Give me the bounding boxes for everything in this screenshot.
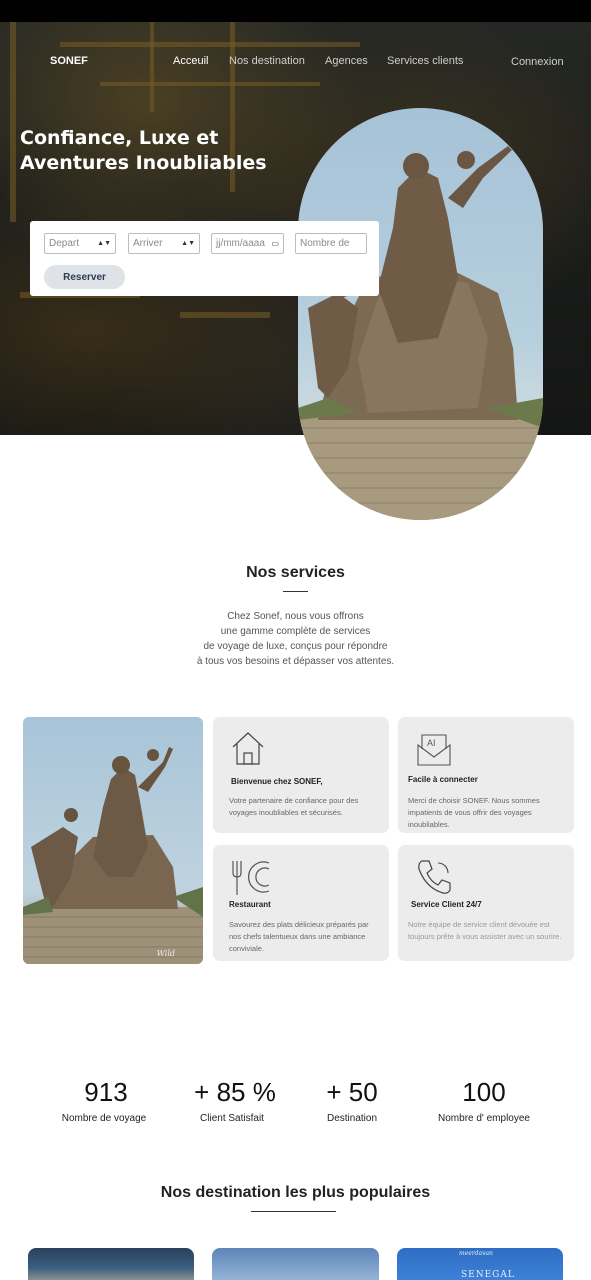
passengers-input[interactable]: Nombre de — [295, 233, 367, 254]
date-input[interactable]: jj/mm/aaaa ▭ — [211, 233, 284, 254]
service-card-title: Bienvenue chez SONEF, — [231, 777, 323, 786]
services-intro-line: à tous vos besoins et dépasser vos atten… — [196, 656, 395, 667]
ai-mail-icon: AI — [417, 734, 451, 766]
date-input-placeholder: jj/mm/aaaa — [216, 238, 265, 249]
select-arrows-icon: ▲▼ — [181, 240, 195, 247]
service-card-welcome: Bienvenue chez SONEF, Votre partenaire d… — [213, 717, 389, 833]
house-icon — [232, 732, 264, 765]
destination-card-caption: meerdavan — [459, 1250, 493, 1257]
login-link[interactable]: Connexion — [511, 56, 564, 68]
select-arrows-icon: ▲▼ — [97, 240, 111, 247]
service-card-title: Facile à connecter — [408, 775, 478, 784]
destinations-title: Nos destination les plus populaires — [160, 1184, 431, 1201]
stat-value-satisfaction: + 85 % — [194, 1077, 276, 1107]
services-intro-line: une gamme complète de services — [220, 626, 371, 637]
arrival-select-value: Arriver — [133, 238, 163, 249]
destinations-title-underline — [251, 1211, 336, 1212]
services-intro-line: de voyage de luxe, conçus pour répondre — [203, 641, 388, 652]
photo-watermark: Wild — [156, 949, 175, 958]
nav-link-customer-services[interactable]: Services clients — [387, 55, 463, 67]
passengers-input-placeholder: Nombre de — [300, 238, 350, 249]
brand-logo[interactable]: SONEF — [50, 55, 88, 67]
departure-select[interactable]: Depart ▲▼ — [44, 233, 116, 254]
nav-link-home[interactable]: Acceuil — [173, 55, 208, 67]
stat-label-destinations: Destination — [326, 1113, 378, 1124]
services-title-underline — [283, 591, 308, 592]
stat-label-employees: Nombre d' employee — [438, 1113, 530, 1124]
service-card-title: Restaurant — [229, 900, 271, 909]
restaurant-icon — [232, 861, 270, 895]
arrival-select[interactable]: Arriver ▲▼ — [128, 233, 200, 254]
services-intro: Chez Sonef, nous vous offrons une gamme … — [170, 609, 421, 669]
stat-value-employees: 100 — [462, 1077, 506, 1107]
destination-card[interactable]: meerdavan SENEGAL — [397, 1248, 563, 1280]
hero-title: Confiance, Luxe et Aventures Inoubliable… — [20, 127, 267, 174]
stat-label-satisfaction: Client Satisfait — [200, 1113, 264, 1124]
service-card-title: Service Client 24/7 — [411, 900, 482, 909]
stat-label-trips: Nombre de voyage — [61, 1113, 147, 1124]
nav-link-agencies[interactable]: Agences — [325, 55, 368, 67]
monument-illustration — [23, 747, 203, 964]
monument-illustration — [298, 146, 543, 520]
stat-value-destinations: + 50 — [326, 1077, 378, 1107]
ai-mail-icon-label: AI — [427, 738, 436, 748]
nav-link-destinations[interactable]: Nos destination — [229, 55, 305, 67]
service-card-text: Notre équipe de service client dévouée e… — [408, 920, 562, 941]
service-card-text: Votre partenaire de confiance pour des v… — [229, 796, 359, 817]
hero-monument-image — [298, 108, 543, 520]
services-intro-line: Chez Sonef, nous vous offrons — [227, 611, 364, 622]
reserve-button[interactable]: Reserver — [44, 265, 125, 289]
destination-card[interactable] — [28, 1248, 194, 1280]
service-card-text: Savourez des plats délicieux préparés pa… — [229, 920, 369, 953]
booking-form: Depart ▲▼ Arriver ▲▼ jj/mm/aaaa ▭ Nombre… — [30, 221, 379, 296]
stat-value-trips: 913 — [84, 1077, 128, 1107]
service-card-text: Merci de choisir SONEF. Nous sommes impa… — [408, 796, 540, 829]
services-title: Nos services — [246, 564, 345, 581]
service-card-support: Service Client 24/7 Notre équipe de serv… — [398, 845, 574, 961]
service-card-restaurant: Restaurant Savourez des plats délicieux … — [213, 845, 389, 961]
departure-select-value: Depart — [49, 238, 80, 249]
services-monument-photo: Wild — [23, 717, 203, 964]
destination-card-overlay: SENEGAL — [461, 1270, 515, 1280]
phone-icon — [418, 860, 451, 894]
destination-card[interactable] — [212, 1248, 379, 1280]
calendar-icon: ▭ — [271, 239, 279, 248]
window-top-bar — [0, 0, 591, 22]
service-card-connect: AI Facile à connecter Merci de choisir S… — [398, 717, 574, 833]
